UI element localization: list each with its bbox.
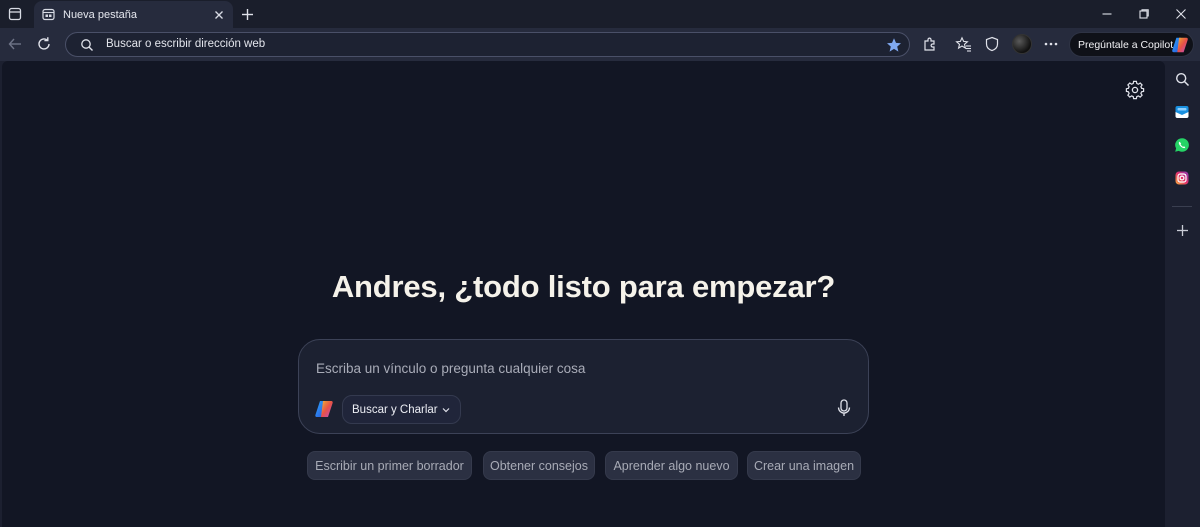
sidebar — [1165, 61, 1200, 527]
outlook-icon[interactable] — [1173, 103, 1191, 121]
chevron-down-icon — [442, 407, 450, 412]
favorite-star-icon[interactable] — [886, 37, 902, 53]
tab-actions-icon[interactable] — [6, 5, 24, 23]
copilot-logo-icon — [1172, 37, 1188, 53]
new-tab-button[interactable] — [237, 4, 257, 24]
close-window-button[interactable] — [1171, 4, 1191, 24]
gear-icon[interactable] — [1125, 80, 1145, 100]
puzzle-icon[interactable] — [920, 34, 940, 54]
refresh-icon[interactable] — [34, 34, 54, 54]
sidebar-divider — [1172, 206, 1192, 207]
toolbar: Buscar o escribir dirección web Pregúnta… — [0, 28, 1200, 61]
search-mode-label: Buscar y Charlar — [352, 403, 438, 416]
close-tab-icon[interactable] — [211, 7, 227, 23]
suggestion-chip-image[interactable]: Crear una imagen — [747, 451, 861, 480]
avatar[interactable] — [1012, 34, 1032, 54]
tab-active[interactable]: Nueva pestaña — [34, 1, 233, 28]
greeting-headline: Andres, ¿todo listo para empezar? — [331, 269, 836, 304]
minimize-button[interactable] — [1097, 4, 1117, 24]
favorites-icon[interactable] — [953, 34, 973, 54]
ask-copilot-label: Pregúntale a Copilot — [1078, 38, 1174, 51]
new-tab-page: Andres, ¿todo listo para empezar? Escrib… — [2, 61, 1165, 527]
search-input[interactable]: Escriba un vínculo o pregunta cualquier … — [316, 361, 585, 376]
maximize-button[interactable] — [1134, 4, 1154, 24]
newtab-icon — [41, 8, 55, 22]
shield-icon[interactable] — [982, 34, 1002, 54]
microphone-icon[interactable] — [834, 398, 854, 418]
search-icon[interactable] — [1173, 70, 1191, 88]
tab-title: Nueva pestaña — [63, 8, 137, 21]
address-bar[interactable]: Buscar o escribir dirección web — [65, 32, 910, 57]
copilot-logo-icon — [315, 401, 333, 417]
suggestion-chip-advice[interactable]: Obtener consejos — [483, 451, 595, 480]
search-mode-dropdown[interactable]: Buscar y Charlar — [342, 395, 461, 424]
copilot-search-box[interactable]: Escriba un vínculo o pregunta cualquier … — [298, 339, 869, 434]
more-icon[interactable] — [1041, 34, 1061, 54]
plus-icon[interactable] — [1173, 221, 1191, 239]
search-icon — [81, 39, 93, 51]
suggestion-chip-learn[interactable]: Aprender algo nuevo — [605, 451, 738, 480]
tab-strip: Nueva pestaña — [0, 0, 1200, 28]
back-arrow-icon[interactable] — [5, 34, 25, 54]
instagram-icon[interactable] — [1173, 169, 1191, 187]
whatsapp-icon[interactable] — [1173, 136, 1191, 154]
browser-window: Nueva pestaña Buscar o escribir direcció… — [0, 0, 1200, 527]
suggestion-chip-draft[interactable]: Escribir un primer borrador — [307, 451, 472, 480]
address-input[interactable]: Buscar o escribir dirección web — [106, 38, 265, 50]
ask-copilot-button[interactable]: Pregúntale a Copilot — [1069, 32, 1194, 57]
